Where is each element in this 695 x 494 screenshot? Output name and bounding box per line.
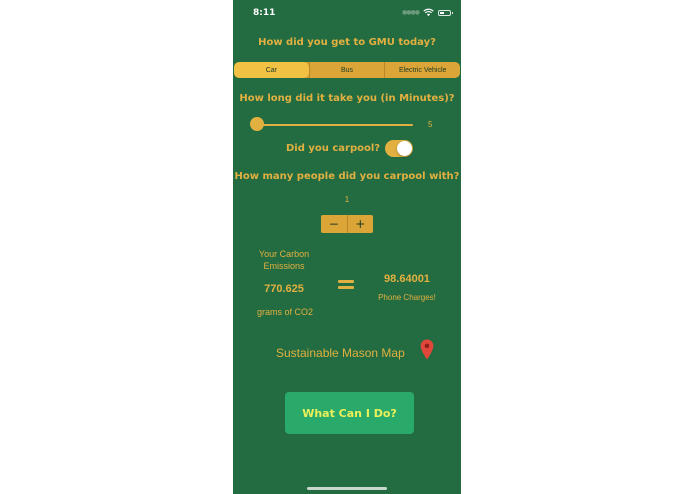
status-time: 8:11	[253, 8, 276, 18]
wifi-icon	[423, 8, 434, 17]
decrement-button[interactable]: −	[321, 215, 348, 233]
increment-button[interactable]: +	[348, 215, 374, 233]
segment-electric-vehicle[interactable]: Electric Vehicle	[384, 62, 460, 78]
emissions-unit: grams of CO2	[256, 307, 314, 317]
home-indicator	[307, 487, 387, 490]
duration-slider-track[interactable]	[255, 124, 413, 126]
segment-bus[interactable]: Bus	[308, 62, 385, 78]
carpool-count-question: How many people did you carpool with?	[234, 171, 460, 182]
sustainable-map-link[interactable]: Sustainable Mason Map	[276, 346, 405, 360]
carpool-toggle[interactable]	[385, 140, 413, 157]
transport-question: How did you get to GMU today?	[258, 37, 436, 48]
segment-car[interactable]: Car	[234, 62, 309, 78]
battery-icon	[438, 9, 453, 16]
emissions-value: 770.625	[264, 283, 304, 295]
phone-charges-label: Phone Charges!	[378, 293, 436, 302]
toggle-knob	[397, 141, 412, 156]
map-pin-icon[interactable]	[420, 339, 434, 360]
emissions-label: Your Carbon Emissions	[258, 249, 310, 271]
carpool-question: Did you carpool?	[286, 143, 381, 154]
duration-slider-thumb[interactable]	[250, 117, 264, 131]
duration-question: How long did it take you (in Minutes)?	[239, 93, 455, 104]
duration-value: 5	[428, 120, 433, 129]
status-icons: ●●●●	[402, 8, 453, 17]
what-can-i-do-button[interactable]: What Can I Do?	[285, 392, 414, 434]
carpool-count-value: 1	[344, 195, 350, 204]
phone-charges-value: 98.64001	[384, 273, 430, 285]
carpool-stepper: − +	[321, 215, 373, 233]
equals-icon	[338, 277, 356, 291]
signal-icon: ●●●●	[402, 9, 420, 16]
transport-segmented-control: Car Bus Electric Vehicle	[234, 62, 460, 78]
app-screen: 8:11 ●●●● How did you get to GMU today? …	[233, 0, 461, 494]
